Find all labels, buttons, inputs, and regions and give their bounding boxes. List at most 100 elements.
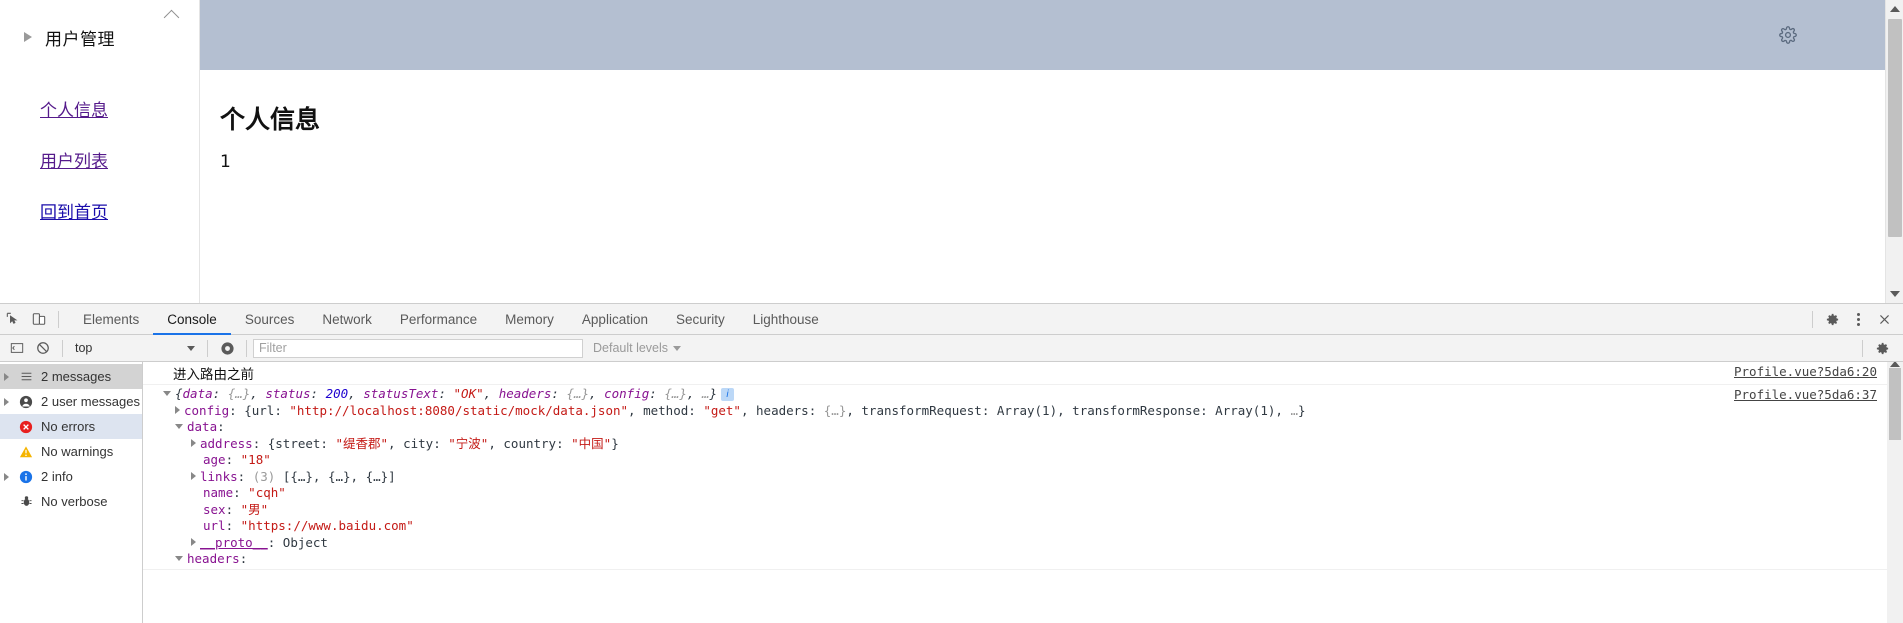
prop-value-url: "http://localhost:8080/static/mock/data.…	[289, 402, 629, 418]
gear-icon[interactable]	[1779, 26, 1797, 44]
kebab-menu-icon[interactable]	[1845, 307, 1871, 333]
tab-lighthouse[interactable]: Lighthouse	[739, 304, 833, 335]
object-line-sex[interactable]: sex: "男"	[153, 502, 1903, 519]
console-scrollbar-thumb[interactable]	[1889, 368, 1901, 440]
prop-value-age: "18"	[240, 452, 271, 467]
object-line-address[interactable]: address: {street: "缇香郡", city: "宁波", cou…	[153, 436, 1903, 453]
prop-key-proto[interactable]: __proto__	[200, 535, 268, 550]
tab-elements[interactable]: Elements	[69, 304, 153, 335]
triangle-down-icon[interactable]	[163, 391, 171, 396]
prop-key-headers: headers	[756, 402, 809, 418]
nav-link-user-list[interactable]: 用户列表	[40, 147, 108, 172]
tab-sources[interactable]: Sources	[231, 304, 309, 335]
tab-performance[interactable]: Performance	[386, 304, 491, 335]
execution-context-select[interactable]: top	[69, 338, 201, 358]
object-line-age[interactable]: age: "18"	[153, 452, 1903, 469]
gear-icon[interactable]	[1819, 307, 1845, 333]
user-icon	[18, 394, 34, 410]
tab-memory[interactable]: Memory	[491, 304, 568, 335]
nav-link-profile[interactable]: 个人信息	[40, 96, 108, 121]
prop-value-status: 200	[325, 386, 349, 401]
prop-key-data: data	[187, 419, 218, 434]
scroll-up-arrow[interactable]	[1886, 0, 1903, 18]
triangle-right-icon[interactable]	[191, 438, 196, 447]
object-line-data[interactable]: data:	[153, 419, 1903, 436]
collapse-header-user-management[interactable]: 用户管理	[0, 20, 200, 54]
devtools-toolbar-actions	[1806, 304, 1897, 335]
devtools-panel: Elements Console Sources Network Perform…	[0, 303, 1903, 623]
console-filter-bar: top Default levels	[0, 335, 1903, 362]
object-summary-line[interactable]: {data: {…}, status: 200, statusText: "OK…	[153, 386, 1903, 403]
triangle-right-icon[interactable]	[4, 473, 9, 481]
object-line-headers[interactable]: headers:	[153, 551, 1903, 568]
web-page-viewport: 用户管理 个人信息 用户列表 回到首页 个人信息 1	[0, 0, 1903, 303]
close-icon[interactable]	[1871, 307, 1897, 333]
live-expression-icon[interactable]	[214, 335, 240, 361]
console-sidebar-item-warnings[interactable]: No warnings	[0, 439, 142, 464]
console-message-text[interactable]: 进入路由之前 Profile.vue?5da6:20	[143, 362, 1903, 385]
triangle-down-icon[interactable]	[175, 556, 183, 561]
triangle-right-icon[interactable]	[4, 373, 9, 381]
console-sidebar-label: No verbose	[41, 494, 108, 509]
inspect-element-icon[interactable]	[0, 306, 26, 332]
triangle-down-icon[interactable]	[175, 424, 183, 429]
object-line-name[interactable]: name: "cqh"	[153, 485, 1903, 502]
prop-key-method: method	[643, 402, 689, 418]
object-line-config[interactable]: config: {url: "http://localhost:8080/sta…	[153, 403, 1903, 420]
clear-console-icon[interactable]	[30, 335, 56, 361]
object-line-links[interactable]: links: (3) [{…}, {…}, {…}]	[153, 469, 1903, 486]
console-sidebar-item-verbose[interactable]: No verbose	[0, 489, 142, 514]
console-sidebar-item-info[interactable]: 2 info	[0, 464, 142, 489]
tab-console[interactable]: Console	[153, 304, 231, 335]
scroll-up-arrow[interactable]	[1890, 362, 1900, 367]
prop-key-transformrequest: transformRequest	[861, 402, 982, 418]
prop-value-data: {…}	[227, 386, 251, 401]
prop-value-url: "https://www.baidu.com"	[240, 518, 414, 533]
log-levels-value: Default levels	[593, 341, 669, 355]
object-line-proto[interactable]: __proto__: Object	[153, 535, 1903, 552]
console-sidebar-toggle-icon[interactable]	[4, 335, 30, 361]
page-scrollbar-thumb[interactable]	[1888, 19, 1902, 237]
console-sidebar-item-messages[interactable]: 2 messages	[0, 364, 142, 389]
page-scrollbar[interactable]	[1885, 0, 1903, 303]
info-badge[interactable]: i	[721, 388, 735, 401]
nav-link-home[interactable]: 回到首页	[40, 198, 108, 223]
triangle-right-icon[interactable]	[4, 398, 9, 406]
console-message-object[interactable]: Profile.vue?5da6:37 {data: {…}, status: …	[143, 385, 1903, 570]
object-line-url[interactable]: url: "https://www.baidu.com"	[153, 518, 1903, 535]
scroll-down-arrow[interactable]	[1886, 285, 1903, 303]
prop-key-config: config	[604, 386, 650, 401]
info-icon	[18, 469, 34, 485]
filterbar-divider-3	[246, 339, 247, 357]
log-levels-select[interactable]: Default levels	[593, 341, 682, 355]
device-toolbar-icon[interactable]	[26, 306, 52, 332]
tab-network[interactable]: Network	[308, 304, 386, 335]
execution-context-value: top	[75, 341, 93, 355]
prop-value-country: "中国"	[571, 435, 612, 451]
source-link[interactable]: Profile.vue?5da6:37	[1734, 387, 1877, 402]
prop-key-city: city	[403, 435, 434, 451]
filterbar-divider-1	[62, 339, 63, 357]
console-message-content: 进入路由之前	[173, 367, 254, 383]
prop-value-method: "get"	[703, 402, 741, 418]
triangle-right-icon[interactable]	[191, 537, 196, 546]
console-sidebar-label: 2 info	[41, 469, 73, 484]
source-link[interactable]: Profile.vue?5da6:20	[1734, 364, 1877, 379]
toolbar-divider	[58, 310, 59, 328]
console-scrollbar[interactable]	[1887, 362, 1903, 623]
triangle-right-icon[interactable]	[191, 471, 196, 480]
triangle-right-icon[interactable]	[175, 405, 180, 414]
console-sidebar-item-errors[interactable]: No errors	[0, 414, 142, 439]
prop-value-sex: "男"	[240, 501, 269, 517]
prop-value-headers: {…}	[823, 402, 847, 418]
tab-security[interactable]: Security	[662, 304, 739, 335]
page-scroll-host: 用户管理 个人信息 用户列表 回到首页 个人信息 1	[0, 0, 1885, 303]
console-filter-input[interactable]	[253, 338, 583, 358]
prop-key-transformresponse: transformResponse	[1072, 402, 1201, 418]
prop-value-name: "cqh"	[248, 485, 286, 500]
tab-application[interactable]: Application	[568, 304, 662, 335]
prop-key-headers: headers	[187, 551, 240, 566]
gear-icon[interactable]	[1869, 336, 1895, 362]
prop-key-headers: headers	[498, 386, 552, 401]
console-sidebar-item-user-messages[interactable]: 2 user messages	[0, 389, 142, 414]
